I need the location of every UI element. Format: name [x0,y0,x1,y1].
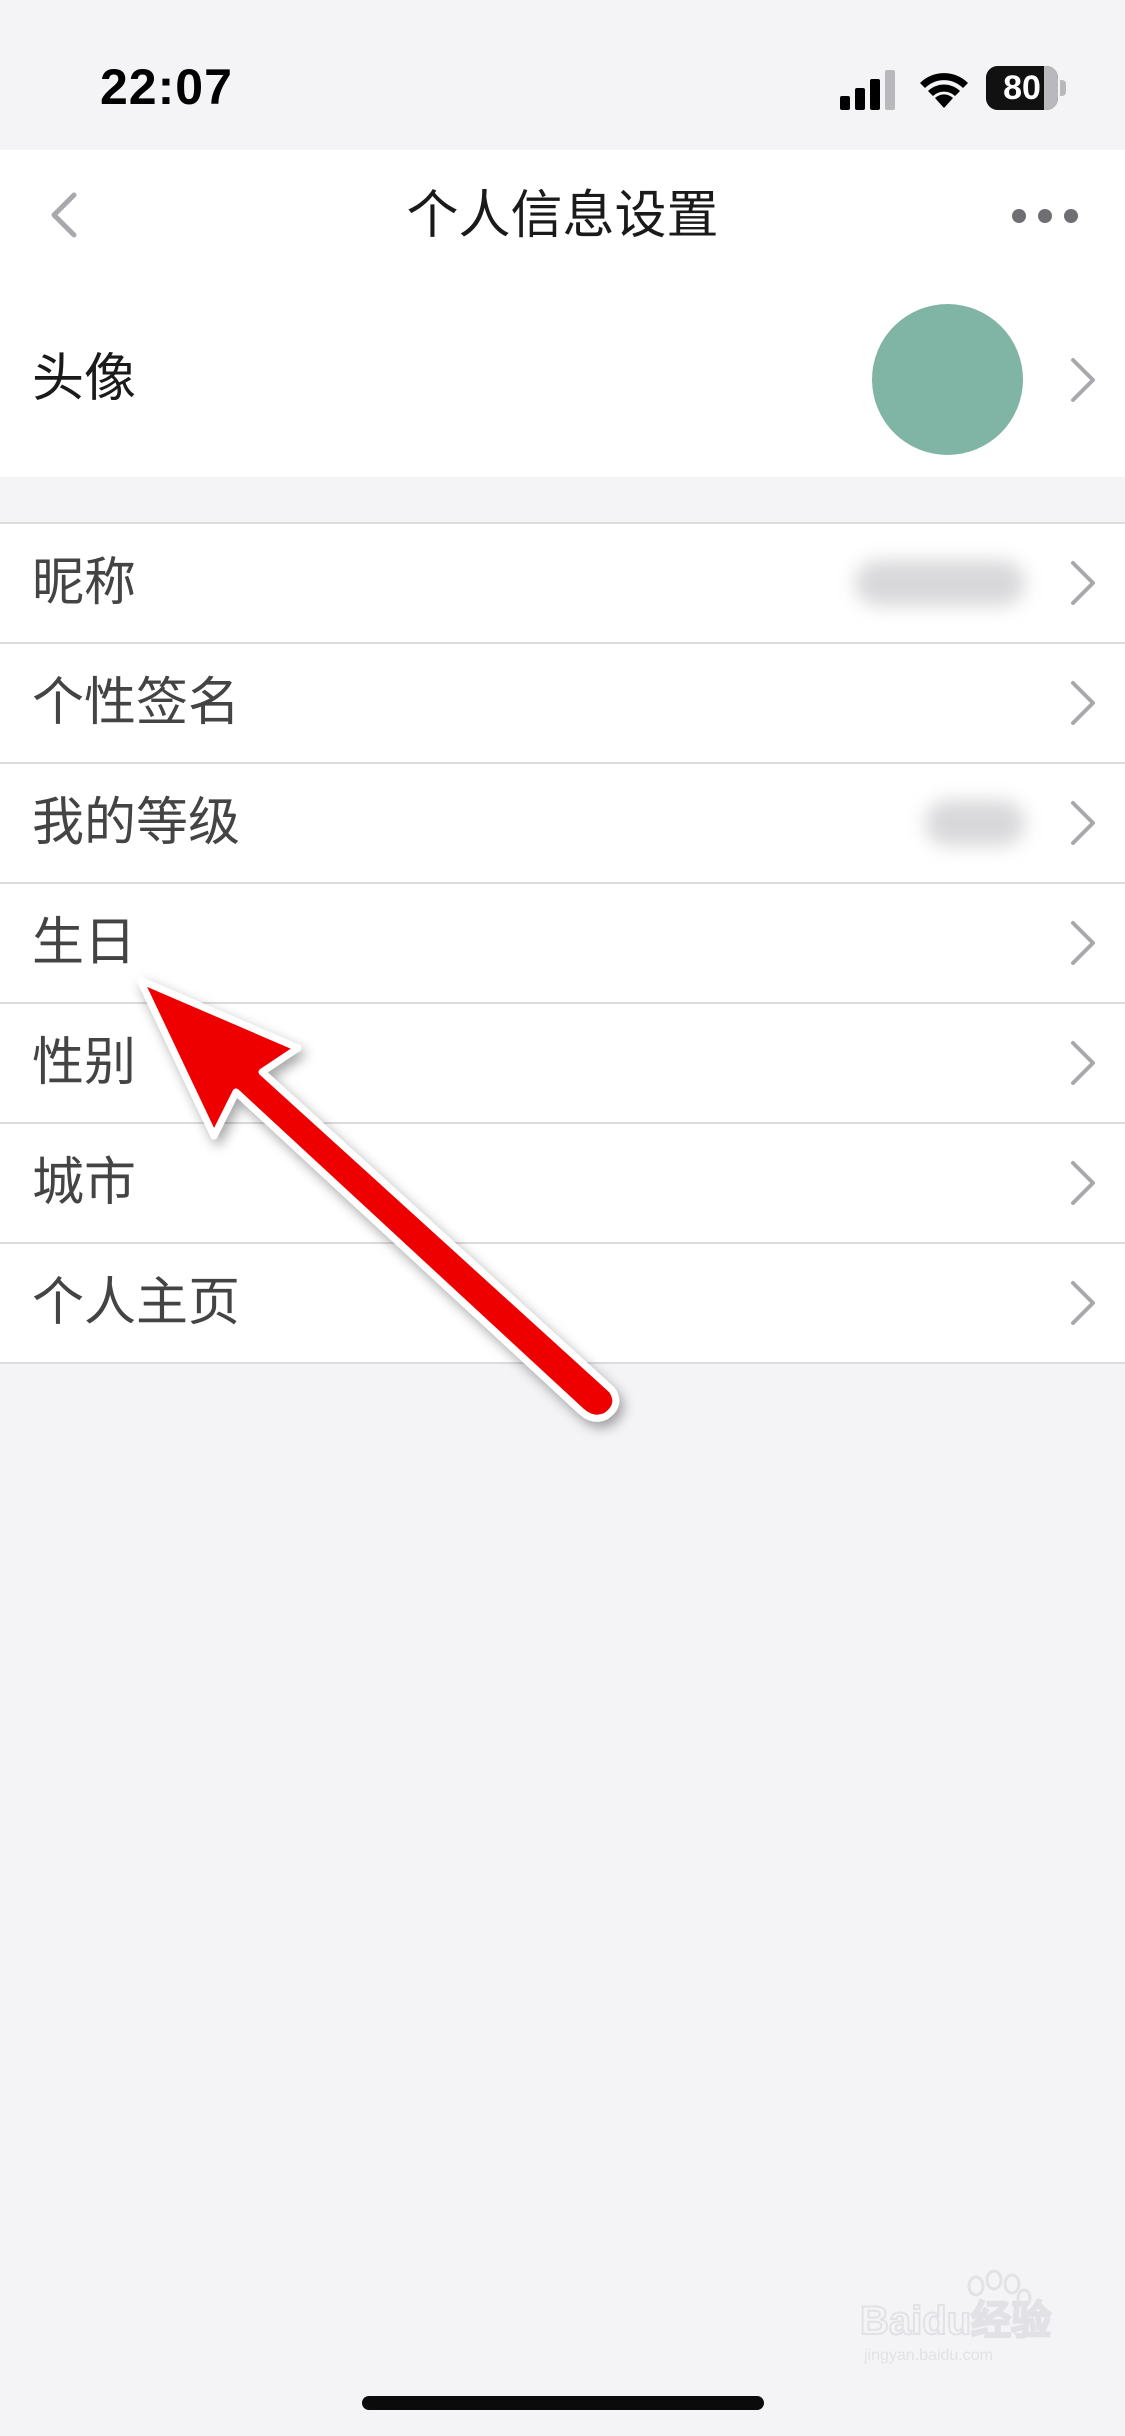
list-item-birthday[interactable]: 生日 [0,884,1125,1004]
battery-percent: 80 [1003,69,1041,107]
blurred-value [855,560,1025,606]
avatar-row[interactable]: 头像 [0,282,1125,477]
battery-body: 80 [986,66,1058,110]
list-item-label: 我的等级 [32,793,241,853]
chevron-right-icon [1071,801,1095,845]
nav-bar: 个人信息设置 [0,150,1125,282]
avatar-label: 头像 [32,349,137,409]
list-item-homepage[interactable]: 个人主页 [0,1244,1125,1362]
list-item-nickname[interactable]: 昵称 [0,524,1125,644]
battery-cap [1060,80,1066,96]
more-horizontal-icon[interactable] [1005,190,1085,242]
chevron-right-icon [1071,1281,1095,1325]
cellular-signal-icon [840,70,895,110]
avatar[interactable] [872,304,1023,455]
page-title: 个人信息设置 [406,186,719,246]
wifi-icon [920,73,968,108]
list-item-city[interactable]: 城市 [0,1124,1125,1244]
chevron-right-icon [1071,681,1095,725]
list-item-level[interactable]: 我的等级 [0,764,1125,884]
status-bar: 22:07 80 [0,0,1125,150]
chevron-right-icon [1071,1161,1095,1205]
list-item-label: 昵称 [32,553,137,613]
blurred-value [925,800,1025,846]
list-item-label: 个人主页 [32,1273,241,1333]
chevron-right-icon [1071,561,1095,605]
chevron-right-icon [1071,921,1095,965]
watermark-subtext: jingyan.baidu.com [863,2347,993,2364]
list-item-label: 性别 [32,1033,137,1093]
watermark-text: Baidu经验 [860,2299,1051,2343]
status-time: 22:07 [100,59,233,115]
chevron-left-icon[interactable] [30,180,100,250]
list-item-label: 生日 [32,913,137,973]
baidu-watermark-logo: Baidu经验 jingyan.baidu.com [859,2270,1052,2364]
home-indicator[interactable] [362,2396,764,2410]
list-item-signature[interactable]: 个性签名 [0,644,1125,764]
list-item-label: 城市 [32,1153,137,1213]
list-item-label: 个性签名 [32,673,241,733]
chevron-right-icon [1071,1041,1095,1085]
settings-list: 昵称 个性签名 我的等级 生日 性别 城市 个人主页 [0,522,1125,1364]
list-item-gender[interactable]: 性别 [0,1004,1125,1124]
battery-icon: 80 [986,66,1066,110]
chevron-right-icon [1071,358,1095,402]
